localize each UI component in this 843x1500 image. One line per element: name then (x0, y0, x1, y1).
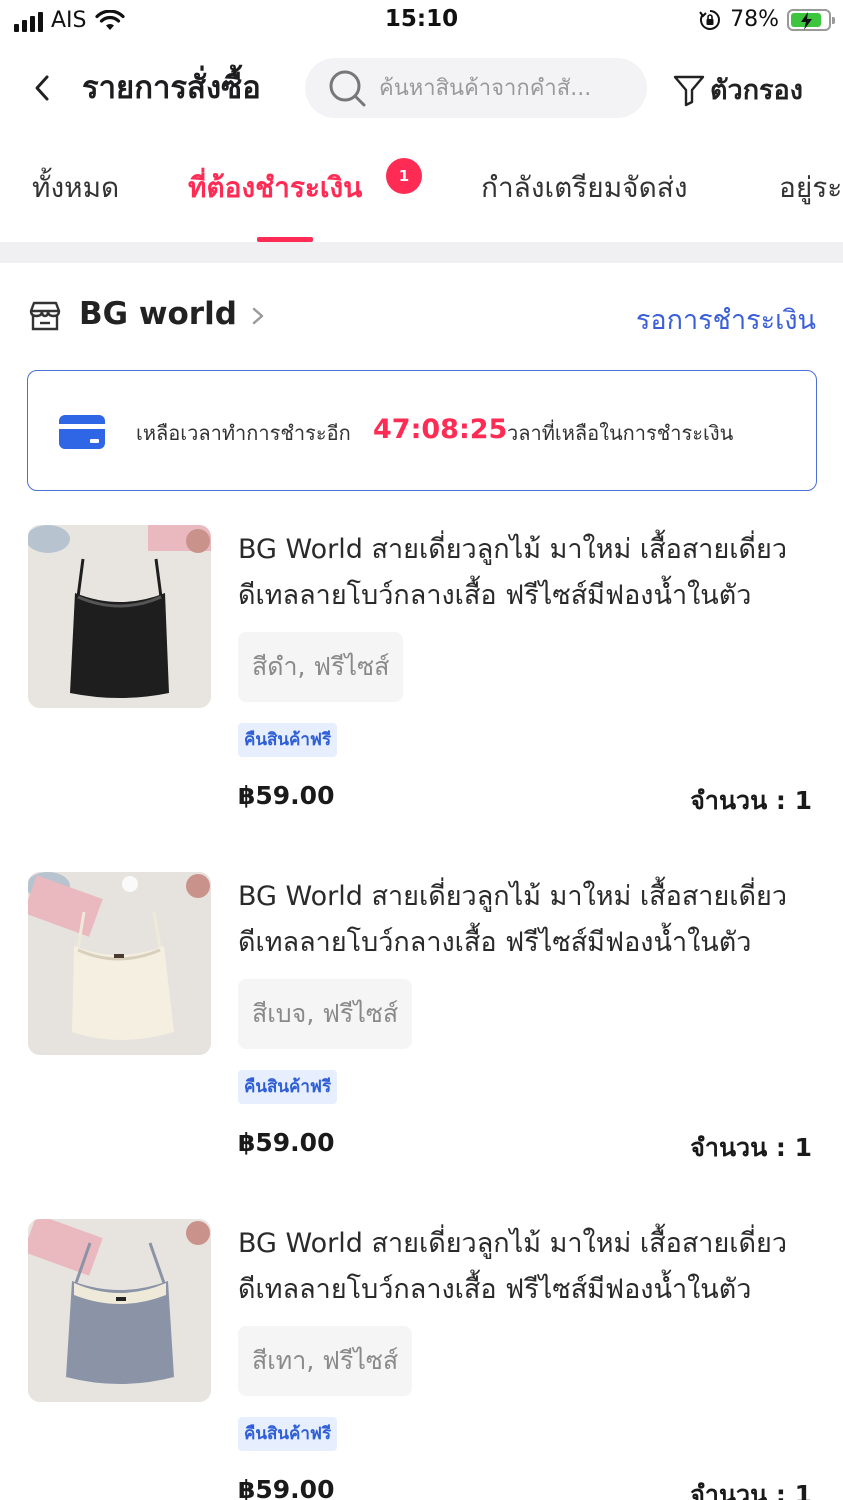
shop-name[interactable]: BG world (79, 296, 237, 332)
tab-to-pay-badge: 1 (386, 158, 422, 194)
filter-button[interactable]: ตัวกรอง (672, 68, 803, 111)
countdown-label: เหลือเวลาทำการชำระอีก (136, 421, 351, 445)
filter-label: ตัวกรอง (710, 75, 803, 106)
product-image[interactable] (28, 525, 211, 708)
camisole-image (28, 525, 211, 708)
product-quantity: จำนวน : 1 (690, 786, 812, 815)
countdown-caption: วลาที่เหลือในการชำระเงิน (507, 421, 734, 445)
tab-preparing[interactable]: กำลังเตรียมจัดส่ง (481, 166, 688, 210)
camisole-image (28, 1219, 211, 1402)
header: รายการสั่งซื้อ ตัวกรอง (0, 56, 843, 122)
product-title[interactable]: BG World สายเดี่ยวลูกไม้ มาใหม่ เสื้อสาย… (238, 527, 816, 619)
product-variant: สีเบจ, ฟรีไซส์ (238, 979, 413, 1049)
credit-card-icon (59, 415, 105, 449)
product-title[interactable]: BG World สายเดี่ยวลูกไม้ มาใหม่ เสื้อสาย… (238, 1221, 816, 1313)
tab-all[interactable]: ทั้งหมด (32, 166, 119, 210)
payment-countdown: เหลือเวลาทำการชำระอีก 47:08:25 วลาที่เหล… (27, 370, 817, 491)
free-return-badge: คืนสินค้าฟรี (238, 1417, 338, 1451)
store-icon (29, 301, 61, 331)
countdown-timer: 47:08:25 (373, 414, 508, 445)
tab-to-pay[interactable]: ที่ต้องชำระเงิน (188, 166, 362, 210)
product-price: ฿59.00 (238, 1475, 335, 1500)
status-bar: AIS 15:10 78% (0, 0, 843, 44)
product-variant: สีดำ, ฟรีไซส์ (238, 632, 404, 702)
order-item[interactable]: BG World สายเดี่ยวลูกไม้ มาใหม่ เสื้อสาย… (28, 525, 816, 825)
order-item[interactable]: BG World สายเดี่ยวลูกไม้ มาใหม่ เสื้อสาย… (28, 872, 816, 1172)
orientation-lock-icon (699, 9, 721, 30)
back-button[interactable] (24, 68, 60, 108)
product-title[interactable]: BG World สายเดี่ยวลูกไม้ มาใหม่ เสื้อสาย… (238, 874, 816, 966)
tab-shipping[interactable]: อยู่ระ (779, 166, 842, 210)
product-quantity: จำนวน : 1 (690, 1133, 812, 1162)
section-divider (0, 242, 843, 263)
status-right: 78% (698, 7, 835, 32)
chevron-left-icon (35, 75, 49, 101)
free-return-badge: คืนสินค้าฟรี (238, 1070, 338, 1104)
battery-percent: 78% (730, 7, 779, 32)
product-price: ฿59.00 (238, 781, 335, 810)
filter-icon (673, 75, 705, 106)
product-image[interactable] (28, 1219, 211, 1402)
battery-icon (787, 8, 835, 31)
search-box[interactable] (305, 58, 647, 118)
free-return-badge: คืนสินค้าฟรี (238, 723, 338, 757)
product-variant: สีเทา, ฟรีไซส์ (238, 1326, 413, 1396)
chevron-right-icon (252, 307, 264, 325)
shop-header[interactable]: BG world รอการชำระเงิน (28, 292, 816, 340)
order-status: รอการชำระเงิน (635, 305, 816, 336)
camisole-image (28, 872, 211, 1055)
order-item[interactable]: BG World สายเดี่ยวลูกไม้ มาใหม่ เสื้อสาย… (28, 1219, 816, 1500)
search-icon (329, 70, 366, 107)
order-tabs: ทั้งหมด ที่ต้องชำระเงิน 1 กำลังเตรียมจัด… (0, 150, 843, 242)
search-input[interactable] (379, 75, 609, 101)
product-quantity: จำนวน : 1 (690, 1480, 812, 1500)
product-price: ฿59.00 (238, 1128, 335, 1157)
page-title: รายการสั่งซื้อ (82, 70, 261, 106)
product-image[interactable] (28, 872, 211, 1055)
